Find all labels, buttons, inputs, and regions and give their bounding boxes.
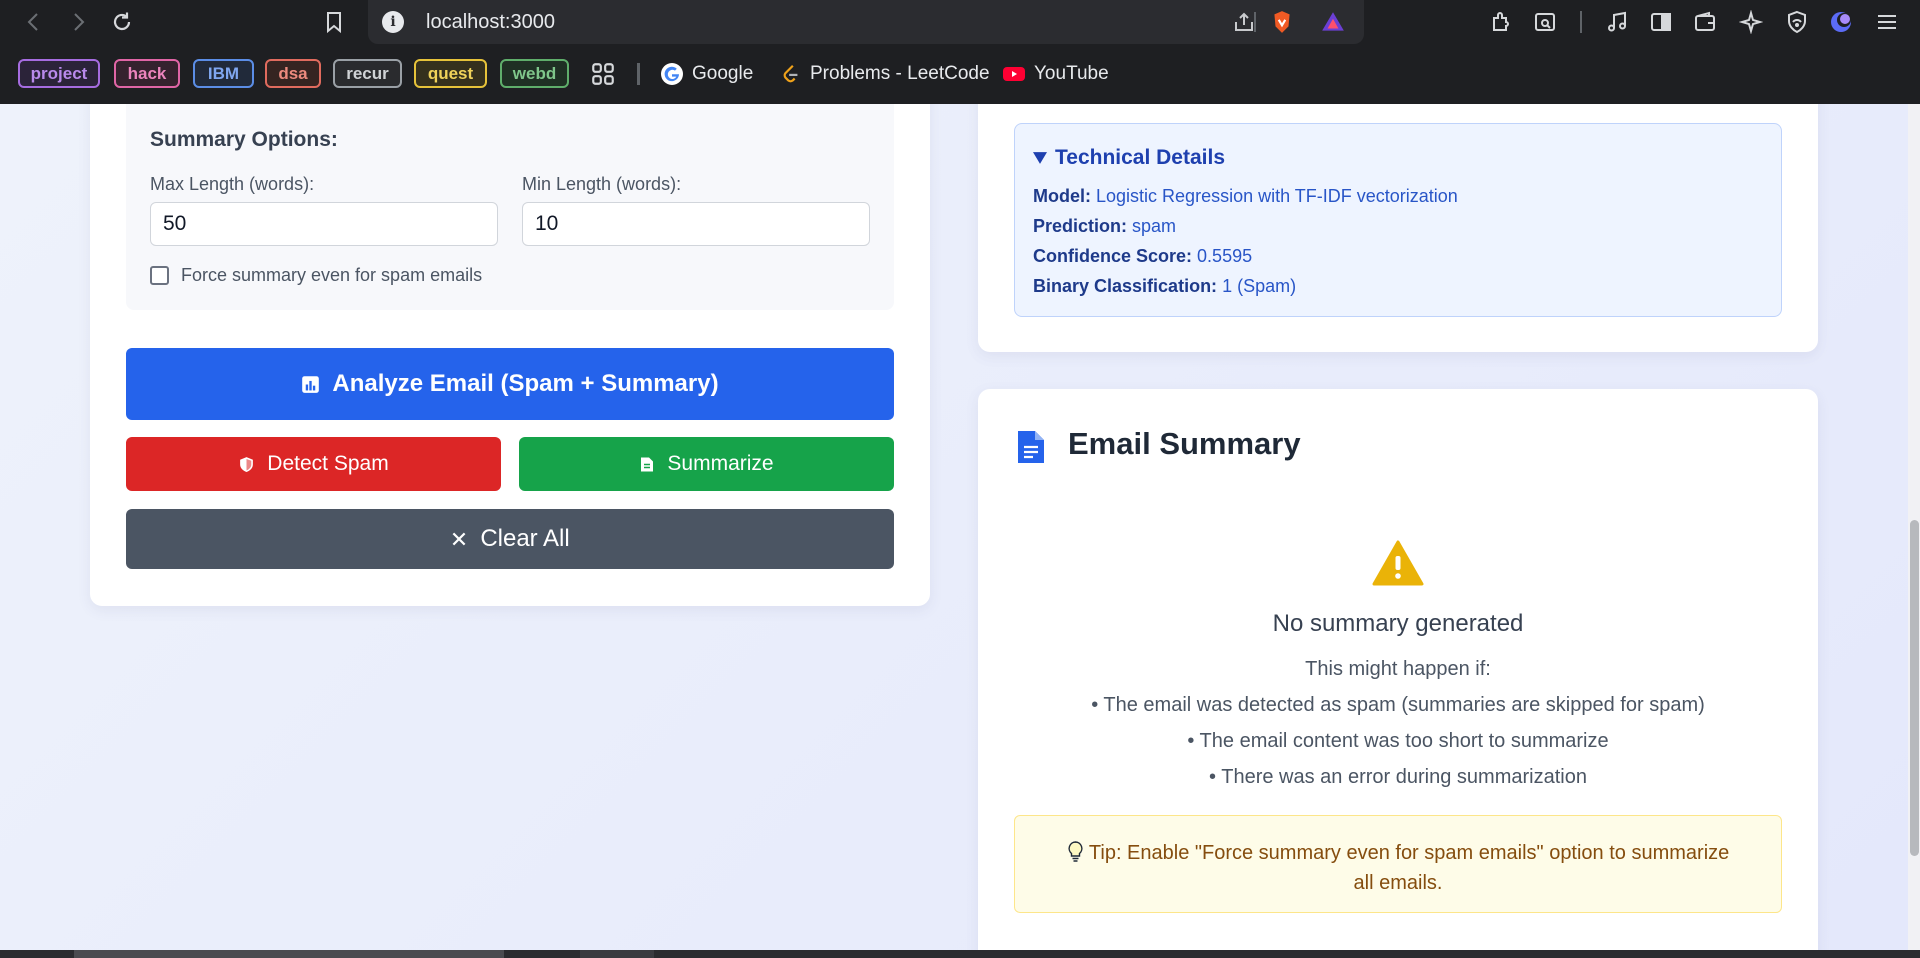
page-search-icon[interactable] [1530,7,1560,37]
status-segment [580,950,654,958]
model-row: Model: Logistic Regression with TF-IDF v… [1033,186,1458,207]
brave-rewards-icon[interactable] [1319,8,1347,36]
status-segment [74,950,504,958]
lightbulb-icon [1068,841,1083,862]
bookmark-label: YouTube [1034,63,1109,84]
reason-item: • There was an error during summarizatio… [1209,766,1587,788]
bookmark-folder-hack[interactable]: hack [114,59,180,88]
reason-item: • The email was detected as spam (summar… [1091,694,1705,716]
analyze-email-label: Analyze Email (Spam + Summary) [332,370,719,397]
shield-icon [240,456,254,472]
binary-label: Binary Classification: [1033,276,1218,296]
extensions-icon[interactable] [1486,7,1516,37]
prediction-label: Prediction: [1033,216,1128,236]
bookmark-folder-quest[interactable]: quest [414,59,487,88]
binary-row: Binary Classification: 1 (Spam) [1033,276,1296,297]
music-icon[interactable] [1602,7,1632,37]
max-length-label: Max Length (words): [150,174,315,194]
back-icon[interactable] [18,6,50,38]
detect-spam-button[interactable]: Detect Spam [126,437,501,491]
youtube-icon [1003,67,1025,81]
email-summary-title: Email Summary [1068,426,1301,461]
bookmark-folder-webd[interactable]: webd [500,59,569,88]
separator [1580,11,1582,33]
bookmark-folder-ibm[interactable]: IBM [193,59,254,88]
force-summary-label[interactable]: Force summary even for spam emails [181,265,482,286]
address-bar[interactable]: i localhost:3000 [368,0,1364,44]
triangle-down-icon [1033,152,1047,164]
summarize-label: Summarize [667,452,774,475]
bookmark-folder-dsa[interactable]: dsa [265,59,321,88]
prediction-value: spam [1132,216,1177,236]
summary-options-title: Summary Options: [150,128,338,151]
summary-document-icon [1018,431,1044,463]
page-viewport: Summary Options: Max Length (words): 50 … [0,104,1908,950]
summarize-button[interactable]: Summarize [519,437,894,491]
confidence-label: Confidence Score: [1033,246,1193,266]
sidebar-icon[interactable] [1646,7,1676,37]
bookmark-folder-project[interactable]: project [18,59,100,88]
prediction-row: Prediction: spam [1033,216,1176,237]
leo-ai-icon[interactable] [1736,7,1766,37]
tip-box: Tip: Enable "Force summary even for spam… [1014,815,1782,913]
clear-all-label: Clear All [480,525,570,552]
min-length-label: Min Length (words): [522,174,682,194]
confidence-value: 0.5595 [1197,246,1253,266]
warning-icon [1372,540,1424,586]
bookmark-folder-recur[interactable]: recur [333,59,402,88]
technical-details-toggle[interactable]: Technical Details [1033,146,1225,170]
binary-value: 1 (Spam) [1222,276,1297,296]
bookmark-leetcode[interactable]: Problems - LeetCode [780,59,990,89]
google-icon [661,63,683,85]
min-length-input[interactable]: 10 [522,202,870,246]
browser-toolbar: i localhost:3000 [0,0,1920,44]
forward-icon[interactable] [62,6,94,38]
page-scrollbar[interactable] [1908,104,1920,950]
reload-icon[interactable] [106,6,138,38]
bookmark-google[interactable]: Google [660,59,753,89]
separator [1254,12,1256,32]
model-value: Logistic Regression with TF-IDF vectoriz… [1096,186,1458,206]
bookmarks-bar: project hack IBM dsa recur quest webd Go… [0,44,1920,104]
leetcode-icon [783,64,798,83]
wallet-icon[interactable] [1690,7,1720,37]
no-summary-intro: This might happen if: [1305,658,1491,680]
technical-details-title: Technical Details [1055,146,1226,169]
technical-details-panel[interactable]: Technical Details Model: Logistic Regres… [1014,123,1782,317]
force-summary-checkbox[interactable] [150,266,169,285]
separator [637,63,640,85]
confidence-row: Confidence Score: 0.5595 [1033,246,1252,267]
tip-text: Tip: Enable "Force summary even for spam… [1088,842,1730,894]
reason-item: • The email content was too short to sum… [1187,730,1609,752]
url-text[interactable]: localhost:3000 [426,11,555,34]
close-icon [452,532,466,546]
max-length-input[interactable]: 50 [150,202,498,246]
menu-icon[interactable] [1872,7,1902,37]
bookmark-youtube[interactable]: YouTube [1002,59,1109,89]
vpn-icon[interactable] [1782,7,1812,37]
detect-spam-label: Detect Spam [267,452,389,475]
status-strip [0,950,1920,958]
bookmark-label: Problems - LeetCode [810,63,990,84]
no-summary-title: No summary generated [1272,610,1524,637]
apps-grid-icon[interactable] [590,59,616,89]
scrollbar-thumb[interactable] [1910,520,1919,856]
profile-icon[interactable] [1826,7,1856,37]
bookmark-label: Google [692,63,754,84]
analyze-email-button[interactable]: Analyze Email (Spam + Summary) [126,348,894,420]
clear-all-button[interactable]: Clear All [126,509,894,569]
document-icon [641,457,654,471]
brave-shields-icon[interactable] [1268,8,1296,36]
chart-icon [302,375,320,393]
bookmark-icon[interactable] [318,6,350,38]
model-label: Model: [1033,186,1091,206]
site-info-icon[interactable]: i [382,11,404,33]
